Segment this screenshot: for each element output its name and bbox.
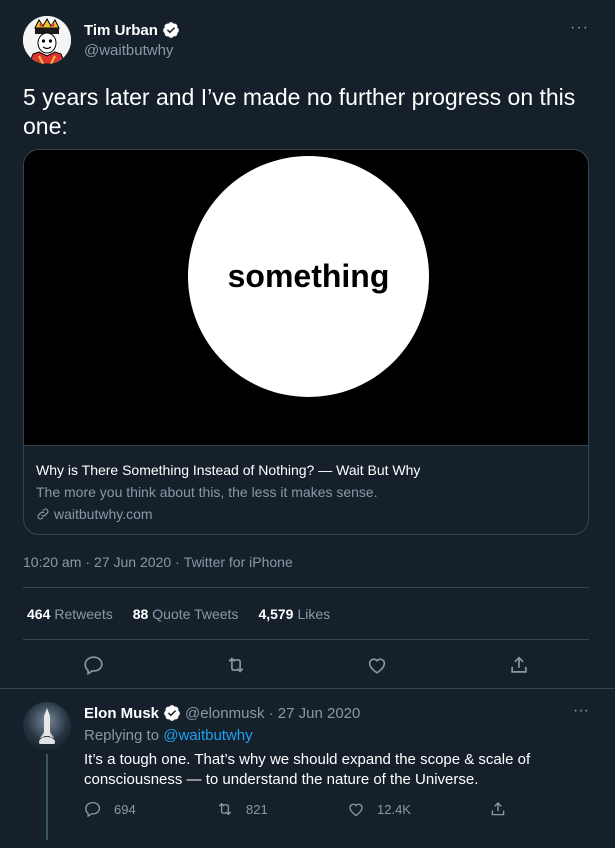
retweet-icon: [218, 802, 232, 816]
likes-count: 4,579: [258, 606, 294, 622]
tweet-source[interactable]: Twitter for iPhone: [184, 554, 293, 570]
card-domain: waitbutwhy.com: [54, 506, 153, 522]
like-count: 12.4K: [377, 801, 411, 817]
card-description: The more you think about this, the less …: [36, 484, 378, 500]
action-bar: [0, 650, 615, 680]
reply-reply-button[interactable]: 694: [84, 800, 136, 818]
thread-line: [46, 754, 48, 840]
card-image[interactable]: something: [24, 150, 588, 445]
like-button[interactable]: [366, 654, 388, 676]
verified-badge-icon: [164, 705, 180, 721]
meta-separator: ·: [175, 554, 180, 570]
tweet-text: 5 years later and I’ve made no further p…: [23, 84, 576, 139]
replying-to: Replying to @waitbutwhy: [84, 727, 253, 744]
quotes-count: 88: [132, 606, 149, 622]
share-icon: [491, 802, 505, 816]
likes-label: Likes: [297, 606, 331, 622]
reply-icon: [84, 656, 103, 676]
reply-like-button[interactable]: 12.4K: [347, 800, 411, 818]
quotes-label: Quote Tweets: [152, 606, 239, 622]
card-image-text: something: [227, 258, 390, 294]
share-button[interactable]: [508, 654, 530, 676]
reply-count: 694: [114, 801, 136, 817]
retweets-stat[interactable]: 464 Retweets: [27, 606, 113, 622]
replying-to-prefix: Replying to: [84, 727, 160, 744]
main-tweet: Tim Urban @waitbutwhy ··· 5 years later …: [0, 0, 615, 689]
share-icon: [511, 656, 527, 673]
heart-icon: [349, 803, 363, 817]
author-avatar[interactable]: [23, 16, 71, 64]
author-name[interactable]: Tim Urban: [84, 22, 158, 39]
reply-retweet-button[interactable]: 821: [216, 800, 268, 818]
author-name-row[interactable]: Tim Urban: [84, 21, 180, 39]
king-card-avatar-icon: [23, 16, 71, 64]
heart-icon: [368, 658, 386, 674]
author-handle[interactable]: @waitbutwhy: [84, 42, 173, 59]
retweet-icon: [228, 657, 244, 673]
reply-more-options-button[interactable]: ···: [573, 702, 589, 720]
link-icon: [37, 508, 49, 520]
reply-author-meta[interactable]: @elonmusk · 27 Jun 2020: [185, 705, 360, 722]
likes-stat[interactable]: 4,579 Likes: [258, 606, 330, 622]
reply-header: Elon Musk @elonmusk · 27 Jun 2020: [84, 704, 360, 722]
retweets-label: Retweets: [54, 606, 113, 622]
reply-action-bar: 694 821 12.4K: [84, 800, 524, 822]
reply-author-avatar[interactable]: [23, 702, 71, 750]
meta-separator: ·: [85, 554, 91, 570]
more-options-button[interactable]: ···: [570, 19, 589, 37]
rocket-avatar-icon: [23, 708, 71, 750]
retweet-count: 821: [246, 801, 268, 817]
verified-badge-icon: [163, 22, 179, 38]
tweet-time[interactable]: 10:20 am: [23, 554, 81, 570]
retweets-count: 464: [27, 606, 51, 622]
divider: [23, 639, 589, 640]
card-info[interactable]: Why is There Something Instead of Nothin…: [24, 445, 588, 534]
card-domain-row: waitbutwhy.com: [36, 506, 153, 522]
reply-button[interactable]: [83, 654, 105, 676]
tweet-meta: 10:20 am · 27 Jun 2020 · Twitter for iPh…: [23, 554, 293, 570]
tweet-date[interactable]: 27 Jun 2020: [94, 554, 171, 570]
card-circle: something: [188, 156, 429, 397]
reply-tweet[interactable]: Elon Musk @elonmusk · 27 Jun 2020 ··· Re…: [0, 690, 615, 848]
reply-share-button[interactable]: [489, 800, 507, 818]
reply-text: It’s a tough one. That’s why we should e…: [84, 751, 531, 788]
replying-to-handle[interactable]: @waitbutwhy: [163, 727, 252, 744]
card-title: Why is There Something Instead of Nothin…: [36, 462, 421, 478]
divider: [23, 587, 589, 588]
tweet-stats: 464 Retweets 88 Quote Tweets 4,579 Likes: [27, 606, 330, 622]
quotes-stat[interactable]: 88 Quote Tweets: [133, 606, 239, 622]
reply-author-name[interactable]: Elon Musk: [84, 705, 159, 722]
retweet-button[interactable]: [225, 654, 247, 676]
reply-icon: [85, 801, 101, 818]
link-card[interactable]: something Why is There Something Instead…: [23, 149, 589, 535]
